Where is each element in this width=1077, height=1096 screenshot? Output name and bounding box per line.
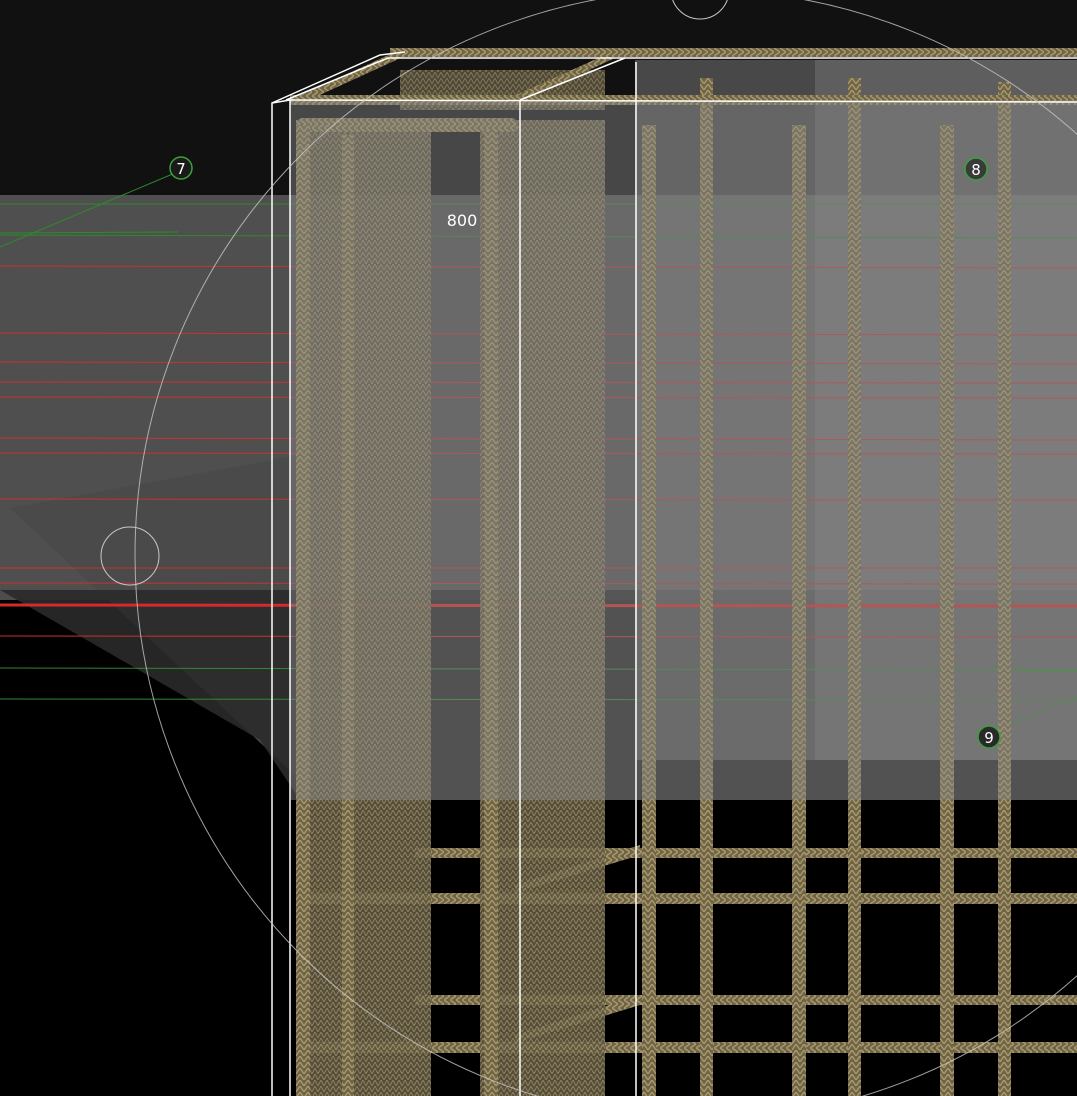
grid-marker-8[interactable]: 8 (964, 157, 988, 181)
3d-model-viewport[interactable]: 7 8 9 800 (0, 0, 1077, 1096)
grid-marker-9[interactable]: 9 (977, 725, 1001, 749)
scene-canvas[interactable]: 7 8 9 800 (0, 0, 1077, 1096)
dimension-label: 800 (447, 211, 478, 230)
grid-marker-7-label: 7 (176, 160, 186, 178)
grid-marker-9-label: 9 (984, 729, 994, 747)
grid-marker-7[interactable]: 7 (169, 156, 193, 180)
grid-marker-8-label: 8 (971, 161, 981, 179)
concrete-column-overlay (290, 100, 1077, 800)
